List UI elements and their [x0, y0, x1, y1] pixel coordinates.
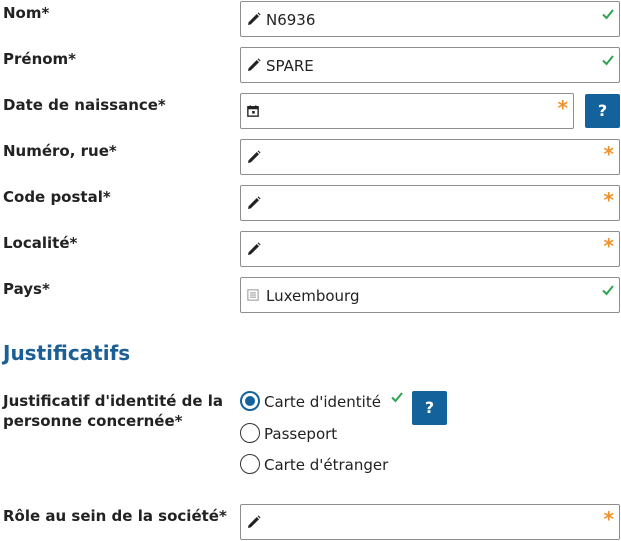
required-asterisk: *	[603, 507, 614, 531]
required-asterisk: *	[603, 142, 614, 166]
check-icon	[602, 55, 614, 66]
prenom-field[interactable]: SPARE	[240, 47, 620, 83]
identity-doc-label-line1: Justificatif d'identité de la	[3, 392, 224, 410]
identity-doc-label-line2: personne concernée*	[3, 412, 183, 430]
code-postal-field[interactable]: *	[240, 185, 620, 221]
prenom-label: Prénom*	[3, 50, 77, 68]
radio-button-checked[interactable]	[240, 391, 260, 411]
pencil-icon	[248, 150, 261, 163]
nom-value: N6936	[266, 11, 316, 29]
required-asterisk: *	[603, 188, 614, 212]
nom-label: Nom*	[3, 4, 50, 22]
role-field[interactable]: *	[240, 504, 620, 540]
localite-field[interactable]: *	[240, 231, 620, 267]
radio-label: Carte d'étranger	[264, 456, 389, 474]
pencil-icon	[248, 515, 261, 528]
date-naissance-field[interactable]: *	[240, 93, 574, 129]
pencil-icon	[248, 196, 261, 209]
code-postal-label: Code postal*	[3, 188, 111, 206]
pencil-icon	[248, 12, 261, 25]
localite-label: Localité*	[3, 234, 78, 252]
nom-field[interactable]: N6936	[240, 1, 620, 37]
date-naissance-label: Date de naissance*	[3, 96, 166, 114]
pencil-icon	[248, 58, 261, 71]
calendar-icon	[247, 105, 259, 117]
radio-button[interactable]	[240, 423, 260, 443]
radio-label: Passeport	[264, 425, 338, 443]
pays-select[interactable]: Luxembourg	[240, 277, 620, 313]
numero-rue-field[interactable]: *	[240, 139, 620, 175]
check-icon	[391, 392, 403, 403]
required-asterisk: *	[603, 234, 614, 258]
check-icon	[602, 9, 614, 20]
radio-label: Carte d'identité	[264, 393, 381, 411]
check-icon	[602, 285, 614, 296]
section-title-justificatifs: Justificatifs	[3, 341, 131, 365]
pencil-icon	[248, 242, 261, 255]
identity-help-button[interactable]: ?	[412, 391, 447, 425]
role-label: Rôle au sein de la société*	[3, 507, 227, 525]
date-help-button[interactable]: ?	[585, 94, 620, 128]
pays-value: Luxembourg	[266, 287, 360, 305]
pays-label: Pays*	[3, 280, 50, 298]
radio-button[interactable]	[240, 454, 260, 474]
list-icon	[247, 289, 259, 301]
prenom-value: SPARE	[266, 57, 314, 75]
numero-rue-label: Numéro, rue*	[3, 142, 117, 160]
identity-doc-label: Justificatif d'identité de la personne c…	[3, 391, 223, 431]
required-asterisk: *	[557, 96, 568, 120]
